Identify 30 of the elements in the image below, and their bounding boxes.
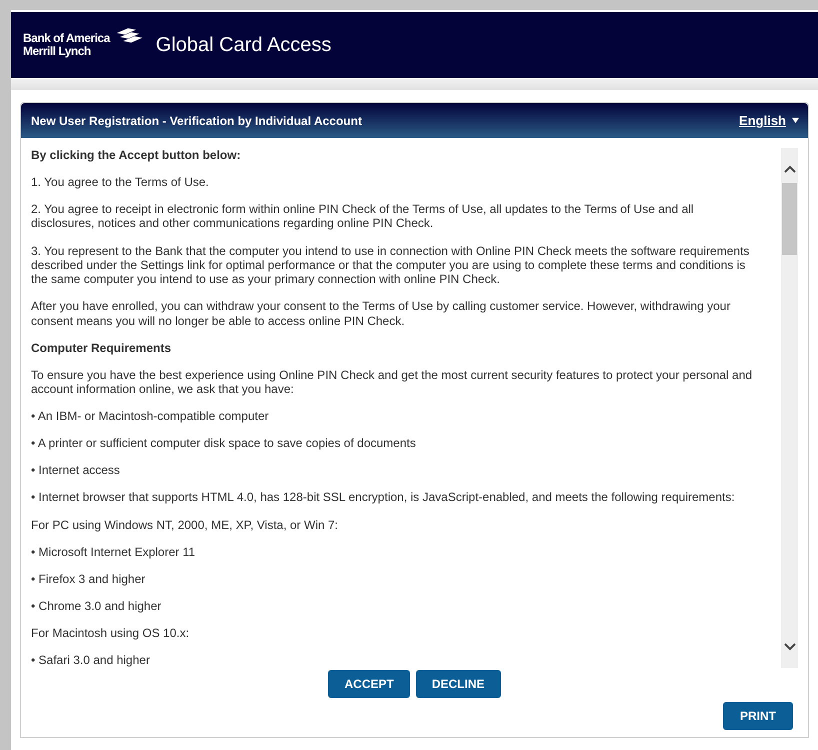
logo-text: Merrill Lynch: [23, 45, 92, 58]
terms-paragraph: Computer Requirements: [31, 340, 172, 355]
terms-paragraph: • Microsoft Internet Explorer 11: [31, 544, 196, 559]
terms-paragraph: • Internet access: [31, 463, 121, 478]
logo-text: Bank of America: [23, 32, 110, 45]
decline-button[interactable]: DECLINE: [416, 670, 500, 698]
accept-button[interactable]: ACCEPT: [328, 670, 410, 698]
scroll-up-icon[interactable]: [783, 164, 797, 174]
terms-paragraph: 1. You agree to the Terms of Use.: [31, 175, 210, 190]
terms-paragraph: • Chrome 3.0 and higher: [31, 598, 162, 614]
scrollbar[interactable]: [781, 148, 798, 668]
terms-paragraph: • Internet browser that supports HTML 4.0, has 128-bit SSL encryption, is JavaScript-enabled, and meets the following requirements:: [31, 490, 736, 505]
terms-paragraph: 3. You represent to the Bank that the computer you intend to use in connection with Online PIN Check meets the software requirements described under the Settings link for optimal performance or that the computer you are using to complete these terms and conditions is the same computer you intend to use as your primary connection with online PIN Check.: [31, 244, 750, 286]
terms-paragraph: For Macintosh using OS 10.x:: [31, 626, 190, 640]
app-title: Global Card Access: [156, 34, 332, 56]
terms-paragraph: By clicking the Accept button below:: [31, 148, 242, 162]
terms-paragraph: To ensure you have the best experience using Online PIN Check and get the most current security features to protect your personal and account information online, we ask that you have:: [31, 368, 754, 396]
print-button[interactable]: PRINT: [723, 702, 793, 730]
terms-paragraph: After you have enrolled, you can withdraw your consent to the Terms of Use by calling customer service. However, withdrawing your consent means you will no longer be able to access online PIN Check.: [31, 299, 732, 328]
terms-paragraph: • Firefox 3 and higher: [31, 572, 146, 586]
terms-paragraph: • A printer or sufficient computer disk space to save copies of documents: [31, 436, 417, 451]
language-selector[interactable]: English: [739, 113, 800, 128]
panel-title: New User Registration - Verification by Individual Account: [31, 114, 362, 128]
terms-paragraph: For PC using Windows NT, 2000, ME, XP, Vista, or Win 7:: [31, 518, 340, 532]
terms-paragraph: • An IBM- or Macintosh-compatible computer: [31, 409, 270, 424]
terms-paragraph: • Safari 3.0 and higher: [31, 652, 151, 668]
caret-icon: [791, 117, 800, 124]
scrollbar-thumb[interactable]: [782, 183, 797, 255]
scroll-down-icon[interactable]: [783, 642, 797, 652]
terms-paragraph: 2. You agree to receipt in electronic form within online PIN Check of the Terms of Use, all updates to the Terms of Use and all disclosures, notices and other communications regarding online PIN Check.: [31, 202, 695, 231]
